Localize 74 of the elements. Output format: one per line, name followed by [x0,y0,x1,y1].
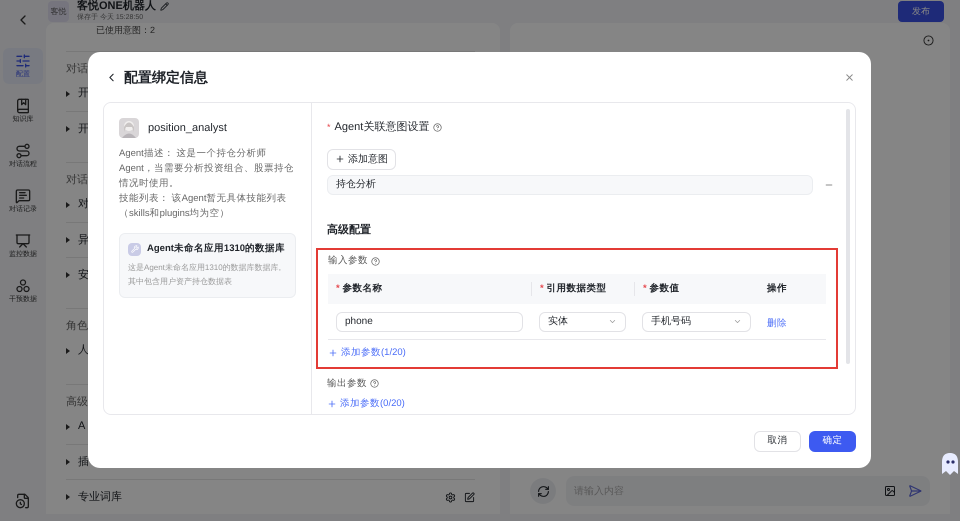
expand-arrow[interactable] [66,459,70,465]
column-header: * 参数名称 [335,282,384,296]
advanced-title: 高级配置 [327,222,372,238]
column-header: * 引用数据类型 [531,282,634,296]
section-item[interactable]: 安 [78,266,89,284]
column-header: 操作 [766,282,788,296]
sliders-icon [15,53,31,69]
input-params-label: 输入参数 [328,254,368,268]
param-name-field[interactable]: phone [336,312,523,332]
section-item[interactable]: A [78,418,86,435]
help-icon[interactable] [371,256,380,266]
plus-icon [328,348,338,358]
app-logo: 客悦 [48,1,69,22]
section-item[interactable]: 插 [78,454,89,470]
database-title: Agent未命名应用1310的数据库 [147,242,286,256]
refresh-icon [536,484,550,498]
section-title: 对话 [66,173,88,187]
agent-name: position_analyst [148,120,227,136]
data-type-select[interactable]: 实体 [539,312,626,332]
section-item[interactable]: 开 [78,85,89,102]
expand-arrow[interactable] [66,494,70,500]
section-item[interactable]: 人 [78,342,89,359]
required-mark: * [327,120,331,134]
expand-arrow[interactable] [66,424,70,430]
circles-icon [15,278,31,294]
expand-arrow[interactable] [66,237,70,243]
param-value-select[interactable]: 手机号码 [642,312,751,332]
intent-field[interactable]: 持仓分析 [327,174,813,194]
section-item[interactable]: 异 [78,232,89,248]
section-title: 角色 [66,319,88,333]
edit-icon[interactable] [160,2,169,11]
confirm-button[interactable]: 确定 [809,431,856,452]
wrench-icon [128,242,141,256]
file-icon[interactable] [15,493,31,509]
expand-arrow[interactable] [66,126,70,132]
section-item[interactable]: 专业词库 [78,488,122,506]
database-description: 这是Agent未命名应用1310的数据库数据库, 其中包含用户资产持仓数据表 [128,262,282,288]
skill-list: 技能列表： 该Agent暂无具体技能列表（skills和plugins均为空） [119,191,296,221]
mascot-icon[interactable] [940,452,960,478]
plus-icon [327,398,337,409]
settings-icon[interactable] [445,492,456,502]
dialog-title: 配置绑定信息 [124,68,208,86]
agent-description: Agent描述： 这是一个持仓分析师Agent，当需要分析投资组合、股票持仓情况时使用。 [119,147,295,191]
send-icon[interactable] [908,484,922,498]
add-param-link[interactable]: 添加参数(1/20) [328,346,406,360]
section-title: 高级 [66,395,88,409]
image-icon[interactable] [884,485,896,497]
cancel-button[interactable]: 取消 [754,431,801,452]
chat-icon [15,188,31,204]
add-intent-button[interactable]: 添加意图 [327,148,396,170]
new-chat-button[interactable] [530,478,556,504]
section-item[interactable]: 对 [78,196,89,213]
intent-note: 已使用意图：2 [96,25,156,35]
intent-label: Agent关联意图设置 [334,120,430,135]
publish-button[interactable]: 发布 [898,1,944,22]
expand-arrow[interactable] [66,90,70,96]
chart-icon [15,233,31,249]
help-icon[interactable] [433,122,442,132]
delete-link[interactable]: 删除 [767,316,787,331]
expand-arrow[interactable] [66,202,70,208]
expand-arrow[interactable] [66,272,70,278]
column-header: * 参数值 [634,282,759,296]
edit-icon[interactable] [464,492,475,502]
add-param-link[interactable]: 添加参数(0/20) [327,396,405,411]
plus-icon [335,154,345,164]
section-item[interactable]: 开 [78,120,89,138]
close-icon[interactable] [844,72,855,82]
flow-icon [15,143,31,159]
book-icon [15,98,31,114]
help-icon[interactable] [370,379,379,388]
expand-arrow[interactable] [66,348,70,354]
section-title: 对话 [66,62,88,76]
target-icon[interactable] [923,35,934,46]
output-params-label: 输出参数 [327,376,367,390]
